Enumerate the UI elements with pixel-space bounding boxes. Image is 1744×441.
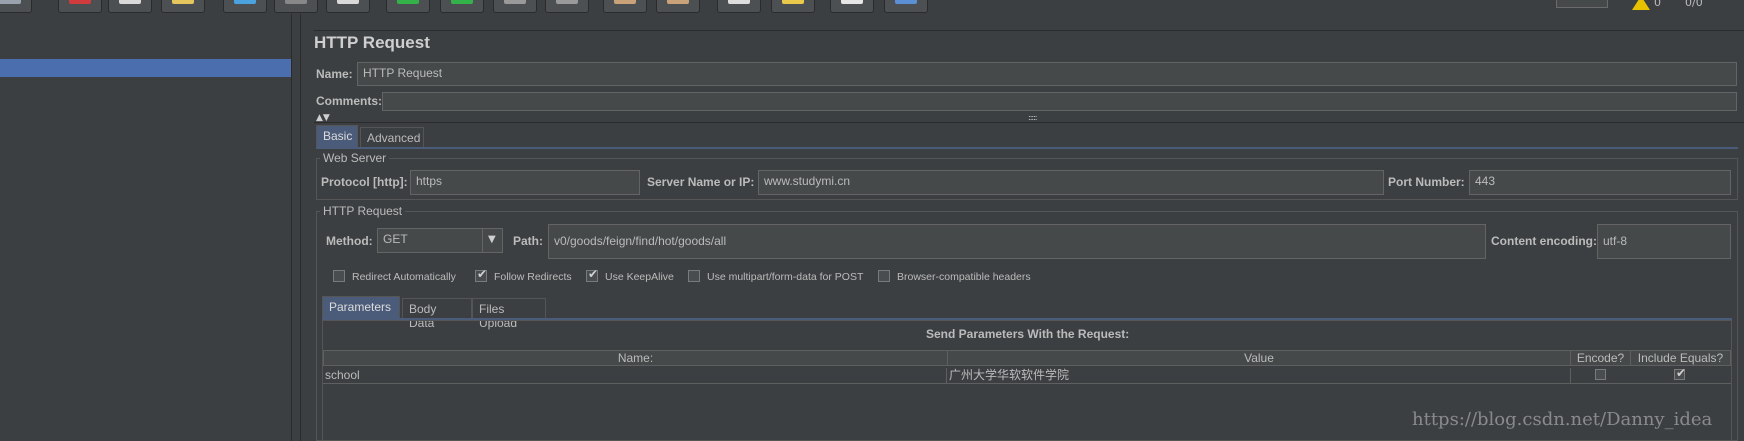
expand-button[interactable] xyxy=(223,0,267,13)
copy-icon xyxy=(119,0,141,4)
follow-redirects-checkbox[interactable] xyxy=(475,267,487,282)
stop-button[interactable] xyxy=(493,0,537,13)
protocol-field[interactable]: https xyxy=(410,170,640,195)
start-icon xyxy=(397,0,419,4)
redirect-automatically-label: Redirect Automatically xyxy=(352,271,456,283)
clear-all-button[interactable] xyxy=(656,0,700,13)
test-plan-tree[interactable] xyxy=(0,14,291,441)
stop-icon xyxy=(504,0,526,4)
name-field[interactable]: HTTP Request xyxy=(357,62,1737,86)
error-count: 0 xyxy=(1654,0,1661,9)
port-field[interactable]: 443 xyxy=(1469,170,1731,195)
path-field[interactable]: v0/goods/feign/find/hot/goods/all xyxy=(548,224,1486,259)
template-icon xyxy=(0,0,21,4)
toggle-icon xyxy=(337,0,359,4)
collapse-button[interactable] xyxy=(274,0,318,13)
encoding-label: Content encoding: xyxy=(1491,234,1597,248)
paste-icon xyxy=(172,0,194,4)
use-keepalive-checkbox[interactable] xyxy=(586,267,598,282)
divider xyxy=(314,122,1744,123)
clear-button[interactable] xyxy=(603,0,647,13)
comments-field[interactable] xyxy=(382,92,1737,111)
col-include-equals-header[interactable]: Include Equals? xyxy=(1630,350,1731,366)
tree-selected-row[interactable] xyxy=(0,59,291,77)
col-name-header[interactable]: Name: xyxy=(323,350,948,366)
paste-button[interactable] xyxy=(161,0,205,13)
tab-files-upload[interactable]: Files Upload xyxy=(472,298,546,330)
start-no-pause-button[interactable] xyxy=(440,0,484,13)
start-no-pause-icon xyxy=(451,0,473,4)
multipart-checkbox[interactable] xyxy=(688,270,700,282)
path-label: Path: xyxy=(513,234,543,248)
toggle-button[interactable] xyxy=(326,0,370,13)
shutdown-icon xyxy=(556,0,578,4)
help-button[interactable] xyxy=(884,0,928,13)
shutdown-button[interactable] xyxy=(545,0,589,13)
params-caption: Send Parameters With the Request: xyxy=(926,327,1130,341)
tab-basic[interactable]: Basic xyxy=(316,125,358,147)
multipart-label: Use multipart/form-data for POST xyxy=(707,271,864,283)
tab-advanced[interactable]: Advanced xyxy=(360,127,424,147)
reset-search-button[interactable] xyxy=(771,0,815,13)
resize-handle-icon[interactable]: ::::: xyxy=(1028,113,1038,122)
browser-compatible-label: Browser-compatible headers xyxy=(897,271,1031,283)
use-keepalive-label: Use KeepAlive xyxy=(605,271,674,283)
cut-icon xyxy=(69,0,91,4)
server-field[interactable]: www.studymi.cn xyxy=(758,170,1384,195)
watermark: https://blog.csdn.net/Danny_idea xyxy=(1412,409,1713,430)
panel-splitter[interactable] xyxy=(291,14,301,441)
name-label: Name: xyxy=(316,67,353,81)
clear-icon xyxy=(614,0,636,4)
search-button[interactable] xyxy=(717,0,761,13)
browser-compatible-checkbox[interactable] xyxy=(878,270,890,282)
expand-icon xyxy=(234,0,256,4)
web-server-title: Web Server xyxy=(320,151,390,165)
template-button[interactable] xyxy=(0,0,32,13)
row-include-equals-checkbox[interactable] xyxy=(1674,366,1686,380)
thread-select[interactable] xyxy=(1556,0,1608,8)
clear-all-icon xyxy=(667,0,689,4)
copy-button[interactable] xyxy=(108,0,152,13)
protocol-label: Protocol [http]: xyxy=(321,175,408,189)
col-value-header[interactable]: Value xyxy=(947,350,1571,366)
port-label: Port Number: xyxy=(1388,175,1465,189)
method-label: Method: xyxy=(326,234,373,248)
start-button[interactable] xyxy=(386,0,430,13)
thread-count: 0/0 xyxy=(1685,0,1703,9)
page-title: HTTP Request xyxy=(314,33,430,52)
row-encode-checkbox[interactable] xyxy=(1595,369,1606,380)
method-value: GET xyxy=(383,232,408,246)
search-icon xyxy=(728,0,750,4)
comments-label: Comments: xyxy=(316,94,383,108)
row-value-cell[interactable]: 广州大学华软软件学院 xyxy=(949,368,1571,383)
cut-button[interactable] xyxy=(58,0,102,13)
reset-search-icon xyxy=(782,0,804,4)
redirect-automatically-checkbox[interactable] xyxy=(333,270,345,282)
server-label: Server Name or IP: xyxy=(647,175,755,189)
tab-body-data[interactable]: Body Data xyxy=(402,298,472,330)
function-helper-icon xyxy=(841,0,863,4)
function-helper-button[interactable] xyxy=(830,0,874,13)
http-request-title: HTTP Request xyxy=(320,204,406,218)
follow-redirects-label: Follow Redirects xyxy=(494,271,572,283)
collapse-icon xyxy=(285,0,307,4)
col-encode-header[interactable]: Encode? xyxy=(1570,350,1631,366)
tab-underline xyxy=(316,147,1738,149)
tab-parameters[interactable]: Parameters xyxy=(322,296,400,318)
chevron-down-icon[interactable] xyxy=(482,229,502,252)
row-name-cell[interactable]: school xyxy=(325,368,947,383)
warning-icon[interactable] xyxy=(1632,0,1650,10)
help-icon xyxy=(895,0,917,4)
encoding-field[interactable]: utf-8 xyxy=(1597,224,1731,259)
title-divider xyxy=(314,30,1744,31)
